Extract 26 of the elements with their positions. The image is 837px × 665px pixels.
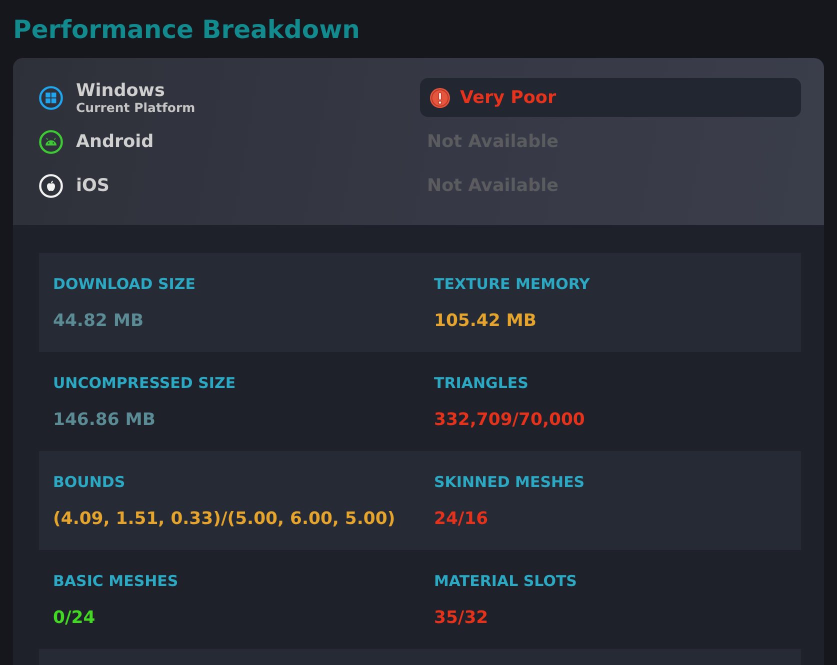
- apple-logo-icon: [39, 174, 63, 198]
- platform-name: iOS: [76, 176, 110, 196]
- stat-label: MATERIAL SLOTS: [434, 572, 577, 590]
- platform-name: Windows: [76, 80, 166, 100]
- status-badge: Very Poor: [420, 78, 801, 117]
- stat-value: 332,709/70,000: [434, 409, 585, 431]
- stat-label: DOWNLOAD SIZE: [53, 275, 196, 293]
- stat-label: TEXTURE MEMORY: [434, 275, 590, 293]
- stat-value: 0/24: [53, 607, 96, 629]
- platform-name: Android: [76, 132, 154, 152]
- stat-label: TRIANGLES: [434, 374, 528, 392]
- platform-subtitle: Current Platform: [76, 100, 196, 114]
- page-title: Performance Breakdown: [13, 15, 360, 45]
- stat-value: 24/16: [434, 508, 488, 530]
- stat-value: 146.86 MB: [53, 409, 156, 431]
- warning-icon: [430, 88, 450, 108]
- windows-logo-icon: [39, 86, 63, 110]
- stat-label: BOUNDS: [53, 473, 126, 491]
- stat-label: SKINNED MESHES: [434, 473, 585, 491]
- stat-label: BASIC MESHES: [53, 572, 178, 590]
- stat-value: 44.82 MB: [53, 310, 144, 332]
- stat-value: (4.09, 1.51, 0.33)/(5.00, 6.00, 5.00): [53, 508, 396, 530]
- android-logo-icon: [39, 130, 63, 154]
- stat-label: UNCOMPRESSED SIZE: [53, 374, 236, 392]
- stat-value: 35/32: [434, 607, 488, 629]
- stat-value: 105.42 MB: [434, 310, 537, 332]
